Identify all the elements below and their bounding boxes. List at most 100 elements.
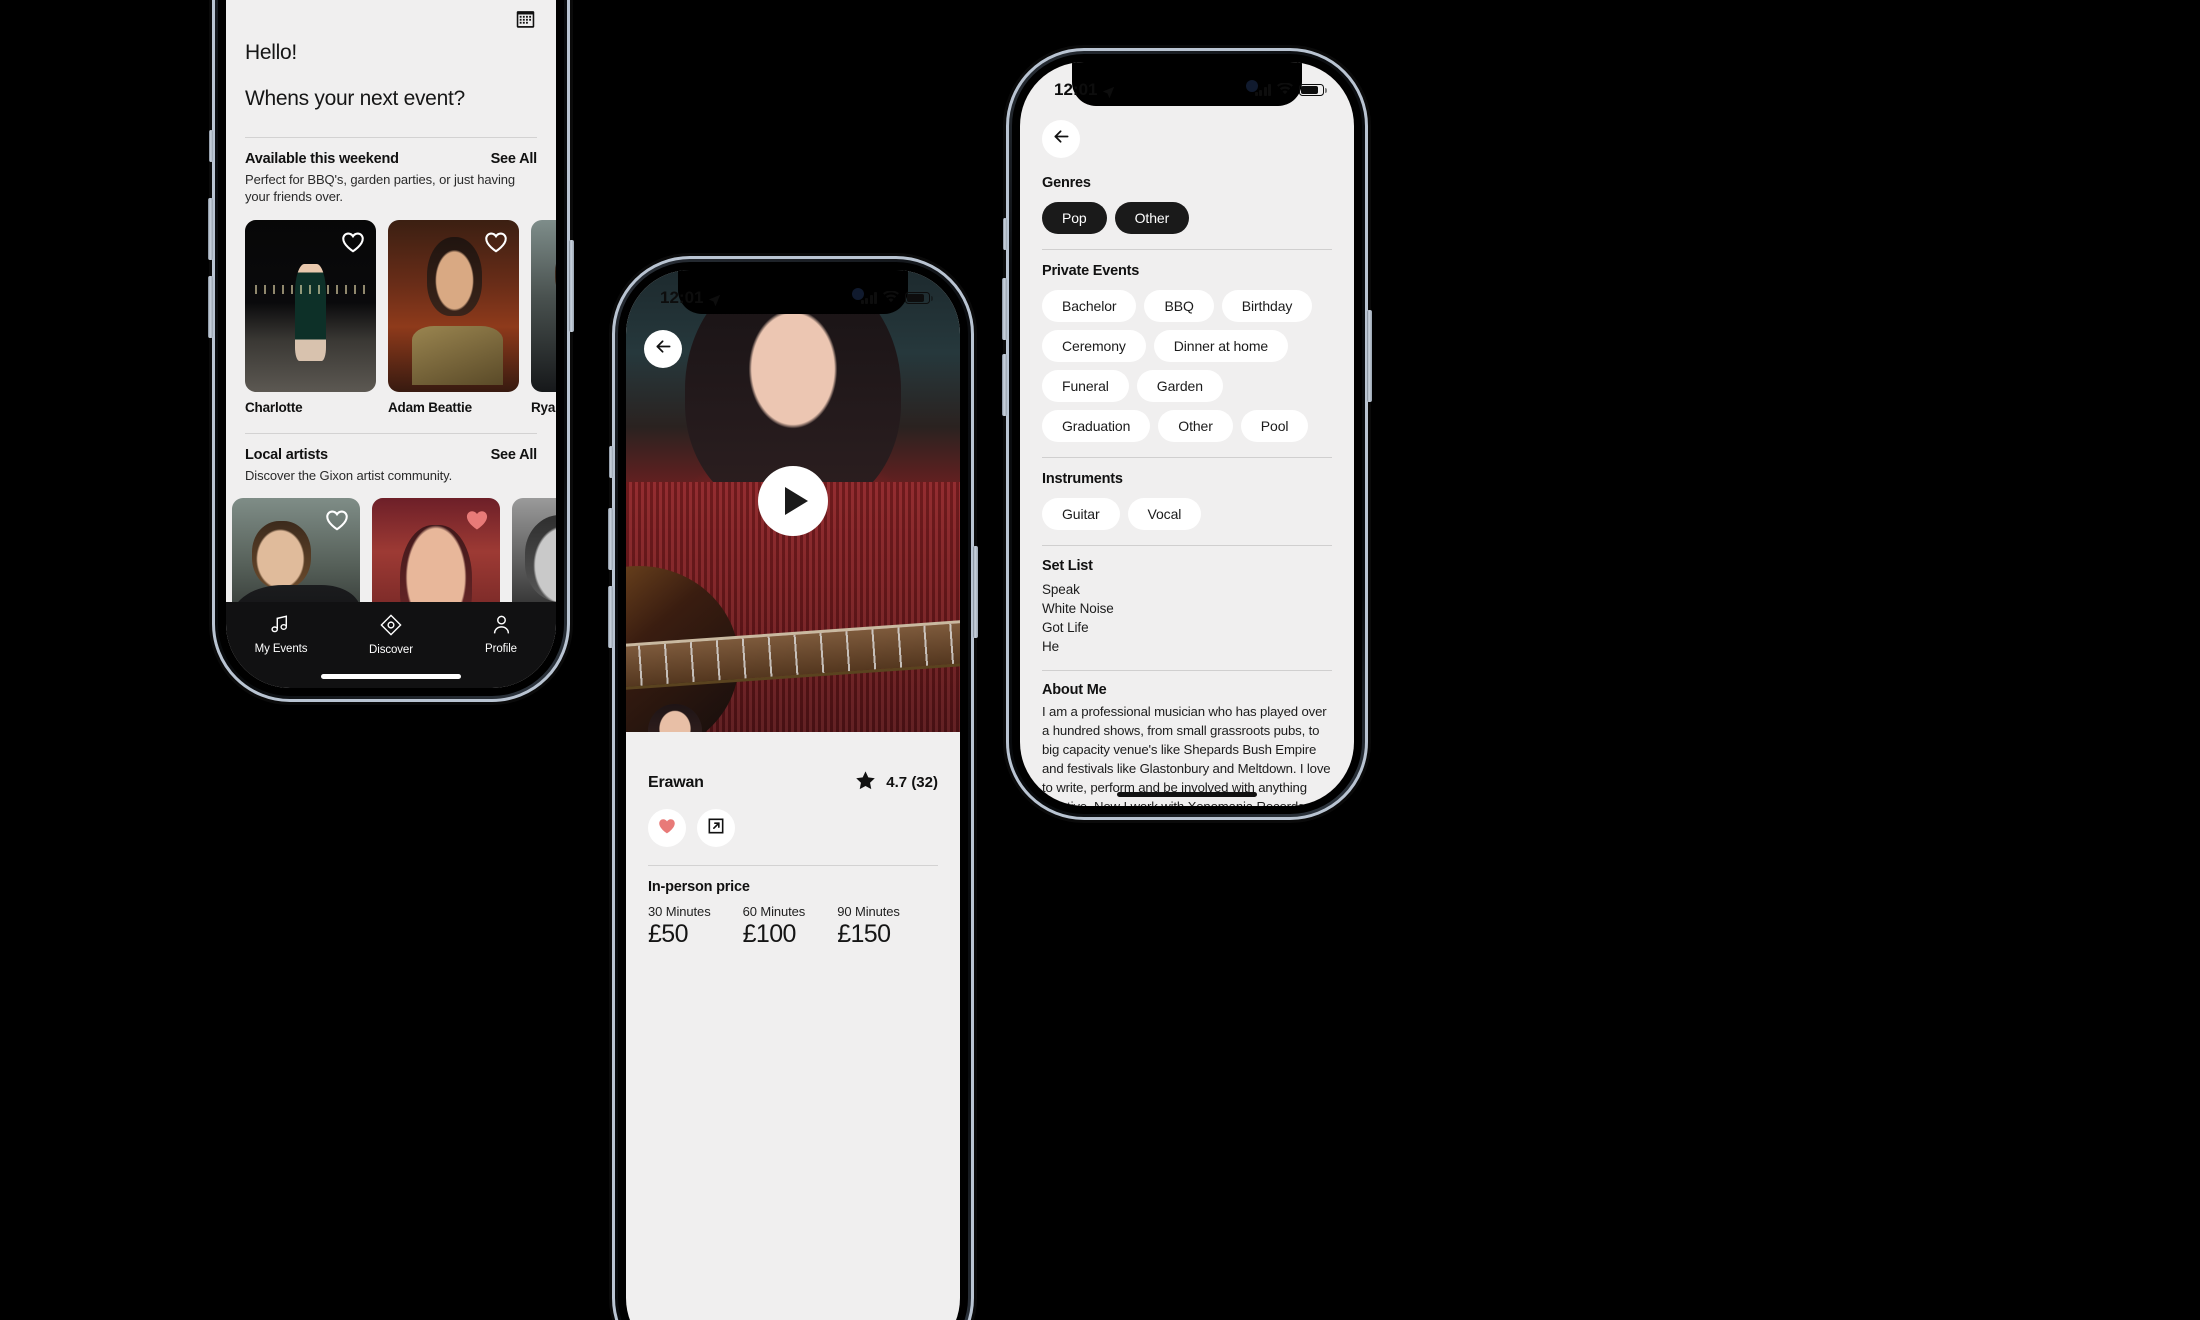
event-chip[interactable]: Bachelor (1042, 290, 1137, 322)
heart-filled-icon (657, 816, 677, 841)
share-button[interactable] (697, 809, 735, 847)
event-chip[interactable]: Funeral (1042, 370, 1129, 402)
tab-my-events[interactable]: My Events (226, 613, 336, 655)
section-header-local: Local artists See All (245, 434, 537, 463)
genre-chip[interactable]: Pop (1042, 202, 1107, 234)
local-artist-carousel[interactable] (226, 497, 556, 602)
private-events-title: Private Events (1042, 263, 1140, 279)
favorite-heart-icon[interactable] (483, 229, 509, 255)
artist-name: Erawan (648, 773, 704, 791)
event-chip[interactable]: Graduation (1042, 410, 1151, 442)
price-section-title: In-person price (648, 879, 750, 895)
artist-card[interactable] (232, 497, 360, 602)
divider (1042, 545, 1332, 546)
artist-card[interactable]: Ryan Bur (531, 219, 556, 415)
private-events-chip-group: Bachelor BBQ Birthday Ceremony Dinner at… (1042, 290, 1332, 442)
genre-chip[interactable]: Other (1114, 202, 1190, 234)
status-bar: 12:01 (1020, 62, 1354, 108)
price-amount: £50 (648, 920, 689, 948)
event-chip[interactable]: Ceremony (1042, 330, 1146, 362)
power-button[interactable] (973, 546, 978, 638)
favorite-heart-icon[interactable] (340, 229, 366, 255)
battery-icon (905, 291, 933, 305)
avatar[interactable] (648, 704, 702, 732)
greeting-question: Whens your next event? (245, 87, 465, 110)
artist-card[interactable] (372, 497, 500, 602)
volume-up-button[interactable] (1002, 278, 1007, 340)
favorite-heart-icon[interactable] (324, 507, 350, 533)
tab-discover[interactable]: Discover (336, 613, 446, 656)
artist-thumbnail (245, 219, 376, 392)
status-bar: 12:01 (626, 270, 960, 316)
power-button[interactable] (569, 240, 574, 332)
play-button[interactable] (758, 466, 828, 536)
artist-thumbnail (531, 219, 556, 392)
back-button[interactable] (1042, 120, 1080, 158)
favorite-heart-filled-icon[interactable] (464, 507, 490, 533)
price-item: 30 Minutes £50 (648, 904, 711, 949)
volume-down-button[interactable] (208, 276, 213, 338)
tab-profile[interactable]: Profile (446, 613, 556, 655)
instruments-chip-group: Guitar Vocal (1042, 498, 1332, 530)
section-header-weekend: Available this weekend See All (245, 138, 537, 167)
see-all-weekend-link[interactable]: See All (491, 151, 538, 167)
status-time: 12:01 (660, 288, 704, 307)
location-arrow-icon (1102, 84, 1115, 98)
status-left: 12:01 (660, 288, 721, 308)
wifi-icon (1277, 80, 1293, 100)
artist-name: Adam Beattie (388, 399, 472, 415)
event-chip[interactable]: Pool (1240, 410, 1309, 442)
weekend-artist-carousel[interactable]: Charlotte Adam Beattie Rya (245, 219, 556, 415)
instrument-chip[interactable]: Vocal (1127, 498, 1202, 530)
back-button[interactable] (644, 330, 682, 368)
signal-bars-icon (1254, 84, 1271, 96)
arrow-left-icon (653, 336, 674, 362)
price-list: 30 Minutes £50 60 Minutes £100 90 Minute… (648, 904, 938, 949)
about-title: About Me (1042, 681, 1107, 698)
artist-header-row: Erawan 4.7 (32) (648, 770, 938, 795)
discover-scroll-area[interactable]: Hello! Whens your next event? Available … (226, 0, 556, 602)
set-list: Speak White Noise Got Life He (1042, 580, 1332, 657)
person-icon (490, 613, 513, 636)
star-icon (855, 770, 876, 795)
details-content: Genres Pop Other Private Events Bachelor… (1020, 120, 1354, 806)
artist-detail-panel: Erawan 4.7 (32) In-person price 30 Minut… (626, 732, 960, 949)
volume-up-button[interactable] (208, 198, 213, 260)
signal-bars-icon (860, 292, 877, 304)
mute-switch[interactable] (1003, 218, 1007, 250)
instrument-chip[interactable]: Guitar (1042, 498, 1120, 530)
event-chip[interactable]: Garden (1136, 370, 1223, 402)
price-duration: 60 Minutes (742, 904, 806, 919)
power-button[interactable] (1367, 310, 1372, 402)
status-right (860, 288, 933, 308)
price-amount: £100 (742, 920, 797, 948)
artist-thumbnail (372, 497, 500, 602)
event-chip[interactable]: Dinner at home (1153, 330, 1289, 362)
artist-video-player[interactable] (626, 270, 960, 732)
price-amount: £150 (837, 920, 891, 948)
favorite-button[interactable] (648, 809, 686, 847)
volume-up-button[interactable] (608, 508, 613, 570)
artist-thumbnail (388, 219, 519, 392)
event-chip[interactable]: Birthday (1221, 290, 1313, 322)
mute-switch[interactable] (609, 446, 613, 478)
see-all-local-link[interactable]: See All (491, 447, 538, 463)
showcase-stage: Hello! Whens your next event? Available … (0, 0, 2200, 1320)
price-duration: 90 Minutes (837, 904, 900, 919)
right-phone-screen: 12:01 Genres Pop Other Private Events Ba… (1020, 62, 1354, 806)
event-chip[interactable]: Other (1158, 410, 1233, 442)
mute-switch[interactable] (209, 130, 213, 162)
rating-value: 4.7 (32) (886, 774, 938, 791)
instruments-title: Instruments (1042, 471, 1123, 487)
arrow-left-icon (1051, 126, 1072, 152)
event-chip[interactable]: BBQ (1144, 290, 1214, 322)
artist-card[interactable]: Adam Beattie (388, 219, 519, 415)
artist-card[interactable] (512, 497, 556, 602)
right-phone-device: 12:01 Genres Pop Other Private Events Ba… (1002, 48, 1372, 820)
calendar-icon[interactable] (515, 8, 536, 29)
volume-down-button[interactable] (608, 586, 613, 648)
price-item: 60 Minutes £100 (743, 904, 806, 949)
artist-card[interactable]: Charlotte (245, 219, 376, 415)
battery-icon (1299, 83, 1327, 97)
volume-down-button[interactable] (1002, 354, 1007, 416)
